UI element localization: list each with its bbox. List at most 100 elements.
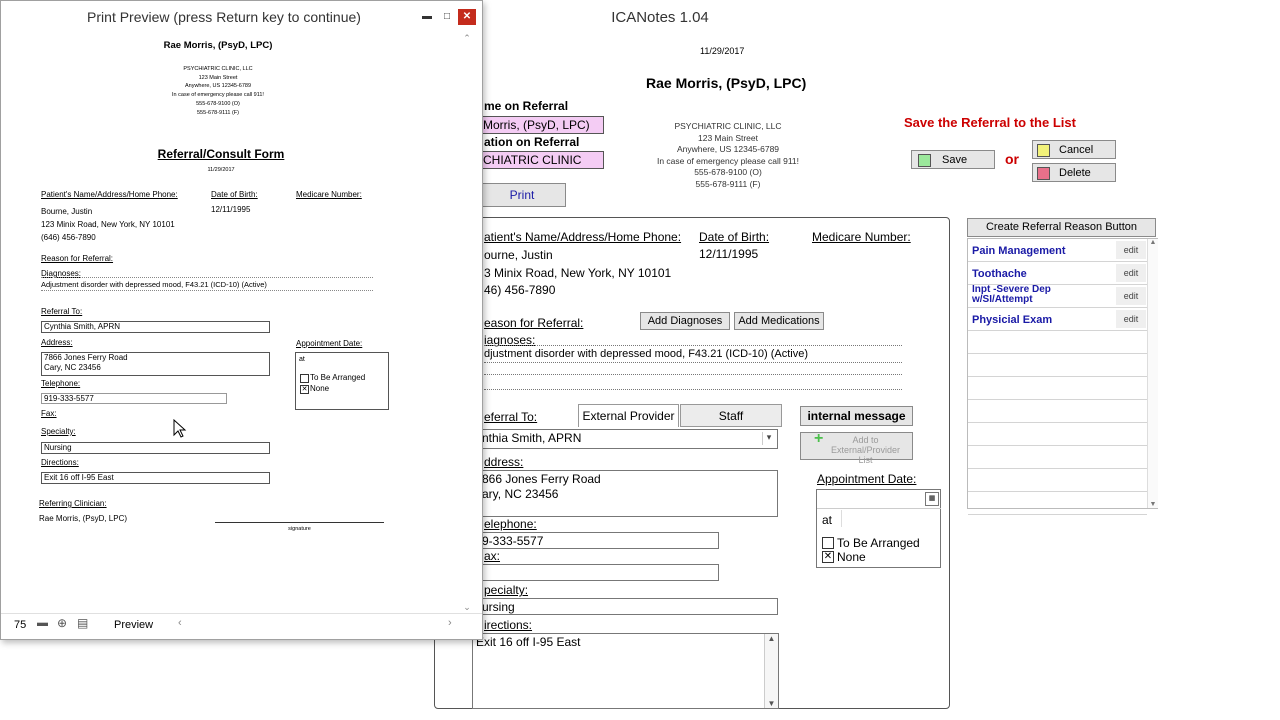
reason-label[interactable]: Physicial Exam: [972, 314, 1052, 326]
scroll-down-icon[interactable]: ⌄: [460, 602, 474, 613]
diagnoses-value[interactable]: djustment disorder with depressed mood, …: [484, 348, 808, 360]
diagnoses-line: [484, 389, 902, 390]
add-medications-button[interactable]: Add Medications: [734, 312, 824, 330]
tab-external-provider[interactable]: External Provider: [578, 404, 679, 427]
scroll-left-icon[interactable]: ‹: [178, 617, 182, 629]
clinic-line: In case of emergency please call 911!: [172, 92, 264, 99]
to-be-arranged-checkbox[interactable]: [822, 537, 834, 549]
print-button[interactable]: Print: [478, 183, 566, 207]
reason-item[interactable]: Inpt -Severe Dep w/SI/Attempt edit: [968, 285, 1147, 308]
specialty-label: pecialty:: [484, 583, 529, 597]
fax-label: ax:: [484, 549, 501, 563]
create-referral-reason-button[interactable]: Create Referral Reason Button: [967, 218, 1156, 237]
signature-line: [215, 522, 384, 523]
preview-medicare-label: Medicare Number:: [296, 190, 362, 199]
diagnoses-line: [484, 374, 902, 375]
clinic-address-block: PSYCHIATRIC CLINIC, LLC 123 Main Street …: [638, 121, 818, 190]
reason-edit-button[interactable]: edit: [1116, 310, 1146, 328]
chevron-down-icon[interactable]: ▾: [762, 432, 775, 445]
address-line: 866 Jones Ferry Road: [482, 472, 601, 486]
preview-none-checkbox: ✕: [300, 385, 309, 394]
reason-item[interactable]: Toothache edit: [968, 262, 1147, 285]
minimize-button[interactable]: ▬: [418, 9, 436, 25]
maximize-button[interactable]: □: [438, 9, 456, 25]
appointment-date-field[interactable]: [817, 490, 941, 509]
reason-item[interactable]: Pain Management edit: [968, 239, 1147, 262]
reason-list-scrollbar[interactable]: ▲ ▼: [1147, 239, 1158, 508]
preview-date: 11/29/2017: [207, 167, 235, 173]
reason-empty-row: [968, 377, 1147, 400]
preview-at-label: at: [299, 356, 305, 363]
scroll-right-icon[interactable]: ›: [448, 617, 452, 629]
fax-field[interactable]: [478, 564, 719, 581]
preview-clinician-name: Rae Morris, (PsyD, LPC): [163, 40, 273, 51]
reason-edit-button[interactable]: edit: [1116, 241, 1146, 259]
preview-address-field: 7866 Jones Ferry Road Cary, NC 23456: [41, 352, 270, 376]
clinic-line: PSYCHIATRIC CLINIC, LLC: [183, 66, 253, 72]
referral-to-label: eferral To:: [484, 410, 538, 424]
location-on-referral-field[interactable]: CHIATRIC CLINIC: [478, 151, 604, 169]
patient-phone: 46) 456-7890: [484, 283, 556, 297]
or-text: or: [1005, 151, 1019, 167]
preview-clinic-block: PSYCHIATRIC CLINIC, LLC 123 Main Street …: [9, 65, 427, 117]
preview-specialty-field: Nursing: [41, 442, 270, 454]
calendar-icon[interactable]: ▦: [925, 492, 939, 506]
telephone-field[interactable]: 9-333-5577: [478, 532, 719, 549]
scroll-down-icon[interactable]: ▼: [765, 699, 778, 708]
signature-label: signature: [288, 526, 311, 532]
clinic-line: Anywhere, US 12345-6789: [676, 144, 780, 154]
preview-referral-to-label: Referral To:: [41, 307, 83, 316]
scroll-down-icon[interactable]: ▼: [1148, 501, 1158, 508]
address-line: ary, NC 23456: [482, 487, 559, 501]
appointment-label: Appointment Date:: [817, 472, 917, 486]
preview-patient-info: Bourne, Justin 123 Minix Road, New York,…: [41, 205, 175, 244]
header-date: 11/29/2017: [700, 46, 745, 56]
reason-edit-button[interactable]: edit: [1116, 287, 1146, 305]
appointment-box: ▦ at To Be Arranged ✕ None: [816, 489, 941, 568]
to-be-arranged-label: To Be Arranged: [837, 536, 920, 550]
reason-item[interactable]: Physicial Exam edit: [968, 308, 1147, 331]
name-on-referral-field[interactable]: Morris, (PsyD, LPC): [478, 116, 604, 134]
scroll-up-icon[interactable]: ⌃: [460, 33, 474, 44]
scroll-up-icon[interactable]: ▲: [765, 634, 778, 643]
preview-to-be-arranged-label: To Be Arranged: [310, 373, 366, 382]
preview-referring-value: Rae Morris, (PsyD, LPC): [39, 514, 128, 523]
page-layout-icon[interactable]: ▤: [77, 616, 88, 630]
referral-to-select[interactable]: nthia Smith, APRN ▾: [478, 429, 778, 449]
save-button-label: Save: [942, 154, 968, 166]
save-button[interactable]: Save: [911, 150, 995, 169]
specialty-field[interactable]: ursing: [478, 598, 778, 615]
appointment-time-field[interactable]: [841, 510, 941, 527]
name-on-referral-label: me on Referral: [484, 99, 569, 113]
none-checkbox[interactable]: ✕: [822, 551, 834, 563]
directions-scrollbar[interactable]: ▲ ▼: [764, 634, 778, 708]
cancel-button[interactable]: Cancel: [1032, 140, 1116, 159]
patient-label: atient's Name/Address/Home Phone:: [484, 230, 682, 244]
preview-referral-to-field: Cynthia Smith, APRN: [41, 321, 270, 333]
reason-label[interactable]: Pain Management: [972, 245, 1066, 257]
reason-empty-row: [968, 400, 1147, 423]
delete-button[interactable]: Delete: [1032, 163, 1116, 182]
clinic-line: In case of emergency please call 911!: [656, 155, 800, 166]
reason-edit-button[interactable]: edit: [1116, 264, 1146, 282]
preview-telephone-label: Telephone:: [41, 379, 81, 388]
internal-message-button[interactable]: internal message: [800, 406, 913, 426]
tab-staff[interactable]: Staff: [680, 404, 782, 427]
reason-label[interactable]: Toothache: [972, 268, 1027, 280]
zoom-level[interactable]: 75: [14, 619, 26, 631]
clinic-line: 123 Main Street: [198, 74, 238, 81]
preview-dob-value: 12/11/1995: [211, 205, 251, 214]
add-diagnoses-button[interactable]: Add Diagnoses: [640, 312, 730, 330]
add-to-list-button[interactable]: + Add to External/Provider List: [800, 431, 913, 465]
patient-info: ourne, Justin 3 Minix Road, New York, NY…: [484, 247, 671, 300]
directions-field[interactable]: Exit 16 off I-95 East ▲ ▼: [472, 633, 779, 709]
scroll-up-icon[interactable]: ▲: [1148, 239, 1158, 246]
preview-vertical-scrollbar[interactable]: ⌃ ⌄: [460, 33, 474, 613]
zoom-in-icon[interactable]: ⊕: [57, 616, 67, 630]
reason-label[interactable]: Inpt -Severe Dep w/SI/Attempt: [972, 285, 1082, 305]
close-button[interactable]: ✕: [458, 9, 476, 25]
address-field[interactable]: 866 Jones Ferry Road ary, NC 23456: [478, 470, 778, 517]
preview-mode-label: Preview: [114, 619, 154, 631]
preview-reason-label: Reason for Referral:: [41, 254, 114, 263]
zoom-out-icon[interactable]: ▬: [37, 617, 48, 629]
